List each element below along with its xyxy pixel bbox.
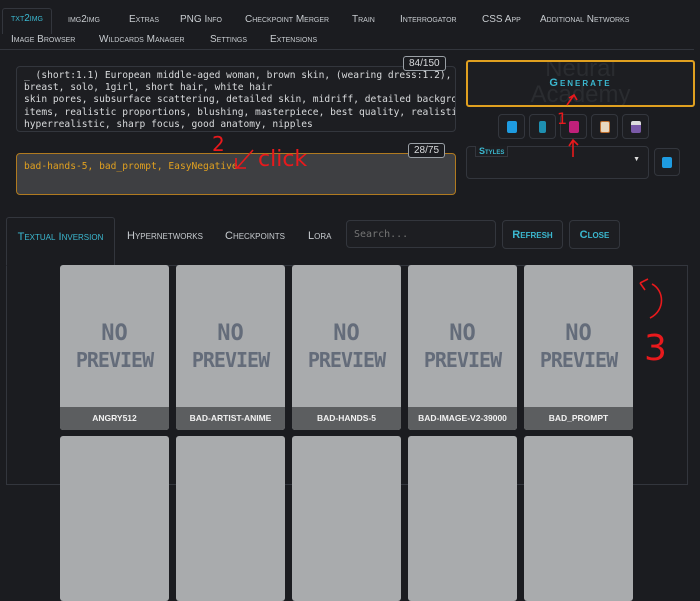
annotation-arrow-click bbox=[235, 149, 254, 169]
annotation-overlay: 1 2 click 3 bbox=[212, 93, 667, 369]
annotation-number-2: 2 bbox=[212, 132, 225, 156]
annotation-click: click bbox=[258, 147, 307, 172]
annotation-arrow-2 bbox=[568, 138, 579, 157]
annotation-arrow-3 bbox=[639, 278, 663, 319]
annotation-number-1: 1 bbox=[557, 109, 567, 128]
annotation-arrow-1 bbox=[566, 93, 578, 106]
annotation-number-3: 3 bbox=[644, 328, 667, 369]
